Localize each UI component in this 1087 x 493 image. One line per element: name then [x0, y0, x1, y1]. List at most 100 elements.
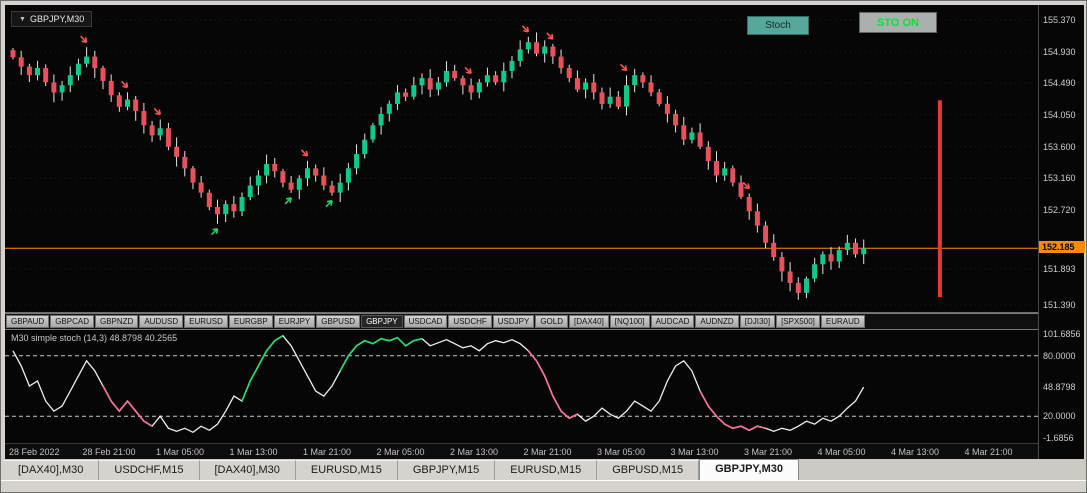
symbol-button-audusd[interactable]: AUDUSD [139, 315, 184, 328]
candle [681, 125, 687, 140]
symbol-button-audnzd[interactable]: AUDNZD [695, 315, 739, 328]
candle [100, 68, 106, 81]
candle [705, 146, 711, 162]
symbol-button-nq100[interactable]: [NQ100] [609, 315, 650, 328]
symbol-button-euraud[interactable]: EURAUD [820, 315, 865, 328]
candle [714, 161, 719, 176]
chart-tab-gbpjpy-m30[interactable]: GBPJPY,M30 [699, 459, 799, 480]
symbol-button-eurusd[interactable]: EURUSD [184, 315, 228, 328]
chart-tab-eurusd-m15[interactable]: EURUSD,M15 [295, 460, 398, 480]
candle [828, 254, 834, 262]
chart-tab-gbpjpy-m15[interactable]: GBPJPY,M15 [397, 460, 496, 480]
stoch-down-segment [102, 385, 153, 427]
symbol-button-eurgbp[interactable]: EURGBP [228, 315, 273, 328]
stoch-axis-label: -1.6856 [1043, 433, 1074, 443]
stoch-axis-label: 101.6856 [1043, 329, 1081, 339]
candle [795, 282, 801, 293]
symbol-button-gbpjpy[interactable]: GBPJPY [361, 315, 403, 328]
candle [149, 125, 155, 136]
candle [435, 82, 441, 90]
candle [468, 85, 474, 93]
candle [231, 204, 237, 212]
price-axis-label: 154.490 [1043, 78, 1076, 89]
chart-tab-eurusd-m15[interactable]: EURUSD,M15 [495, 460, 598, 480]
stoch-button[interactable]: Stoch [747, 16, 809, 35]
symbol-strip: GBPAUD GBPCAD GBPNZD AUDUSD EURUSD EURGBP EURJ… [5, 313, 1038, 330]
chart-tab--dax40--m30[interactable]: [DAX40],M30 [199, 460, 296, 480]
price-axis-label: 153.160 [1043, 173, 1076, 184]
candle [534, 42, 539, 54]
symbol-button-eurjpy[interactable]: EURJPY [273, 315, 316, 328]
candle [174, 146, 180, 157]
stoch-down-segment [527, 350, 578, 420]
candle [239, 197, 245, 212]
symbol-button-gbpcad[interactable]: GBPCAD [50, 315, 94, 328]
time-axis-label: 2 Mar 05:00 [376, 447, 425, 457]
candle [763, 225, 769, 243]
chart-tab--dax40--m30[interactable]: [DAX40],M30 [3, 460, 100, 480]
candle [157, 128, 163, 136]
candle [779, 257, 785, 272]
candle [501, 70, 507, 83]
sell-arrow-icon [120, 80, 129, 89]
candle [215, 207, 220, 215]
candle [599, 92, 605, 104]
candle [656, 92, 662, 104]
chart-tab-usdchf-m15[interactable]: USDCHF,M15 [99, 460, 200, 480]
candle [615, 96, 621, 107]
symbol-button-audcad[interactable]: AUDCAD [650, 315, 695, 328]
candle [362, 139, 368, 154]
symbol-button-gbpnzd[interactable]: GBPNZD [95, 315, 139, 328]
time-axis-label: 1 Mar 13:00 [229, 447, 278, 457]
candle [460, 78, 466, 86]
stoch-up-segment [339, 336, 423, 372]
symbol-button-usdchf[interactable]: USDCHF [448, 315, 492, 328]
price-axis[interactable]: 155.370 154.930 154.490 154.050 153.600 153.1… [1038, 5, 1085, 459]
candle [419, 78, 425, 86]
buy-arrow-icon [210, 227, 219, 236]
symbol-button-dji30[interactable]: [DJI30] [739, 315, 776, 328]
sto-on-button[interactable]: STO ON [859, 12, 937, 33]
candle [125, 99, 130, 107]
candle [697, 132, 703, 147]
indicator-label: M30 simple stoch (14,3) 48.8798 40.2565 [11, 333, 178, 343]
candle [493, 75, 499, 83]
main-chart-panel[interactable]: ▼ GBPJPY,M30 Stoch STO ON [5, 5, 1038, 313]
candle [444, 70, 449, 83]
price-axis-label: 151.390 [1043, 300, 1076, 311]
candlestick-chart [5, 19, 1038, 306]
candle [787, 271, 793, 283]
candle [591, 82, 597, 93]
candle [354, 154, 360, 169]
price-axis-label: 154.050 [1043, 109, 1076, 120]
symbol-button-usdjpy[interactable]: USDJPY [492, 315, 535, 328]
time-axis[interactable]: 28 Feb 2022 28 Feb 21:00 1 Mar 05:00 1 Mar … [5, 443, 1038, 459]
symbol-button-gold[interactable]: GOLD [535, 315, 568, 328]
candle [108, 80, 114, 96]
time-axis-label: 4 Mar 13:00 [891, 447, 940, 457]
candle [92, 56, 98, 69]
symbol-period-label: GBPJPY,M30 [29, 14, 85, 24]
time-axis-label: 2 Mar 21:00 [523, 447, 572, 457]
symbol-button-usdcad[interactable]: USDCAD [403, 315, 448, 328]
stoch-chart [5, 334, 1038, 434]
stoch-panel[interactable]: M30 simple stoch (14,3) 48.8798 40.2565 [5, 330, 1038, 443]
price-axis-label: 151.893 [1043, 264, 1076, 275]
candle [345, 168, 351, 183]
candle [182, 156, 188, 169]
symbol-button-gbpusd[interactable]: GBPUSD [316, 315, 361, 328]
candle [141, 111, 147, 126]
symbol-button-dax40[interactable]: [DAX40] [569, 315, 609, 328]
candle [190, 168, 196, 183]
symbol-button-spx500[interactable]: [SPX500] [776, 315, 820, 328]
candle [206, 192, 212, 207]
candle [754, 211, 760, 226]
candle [632, 75, 638, 86]
chart-tab-gbpusd-m15[interactable]: GBPUSD,M15 [597, 460, 700, 480]
time-axis-label: 1 Mar 21:00 [303, 447, 352, 457]
symbol-button-gbpaud[interactable]: GBPAUD [6, 315, 50, 328]
candle [738, 182, 744, 197]
symbol-period-chip[interactable]: ▼ GBPJPY,M30 [11, 11, 93, 27]
candle [411, 85, 417, 97]
candle [247, 185, 253, 197]
